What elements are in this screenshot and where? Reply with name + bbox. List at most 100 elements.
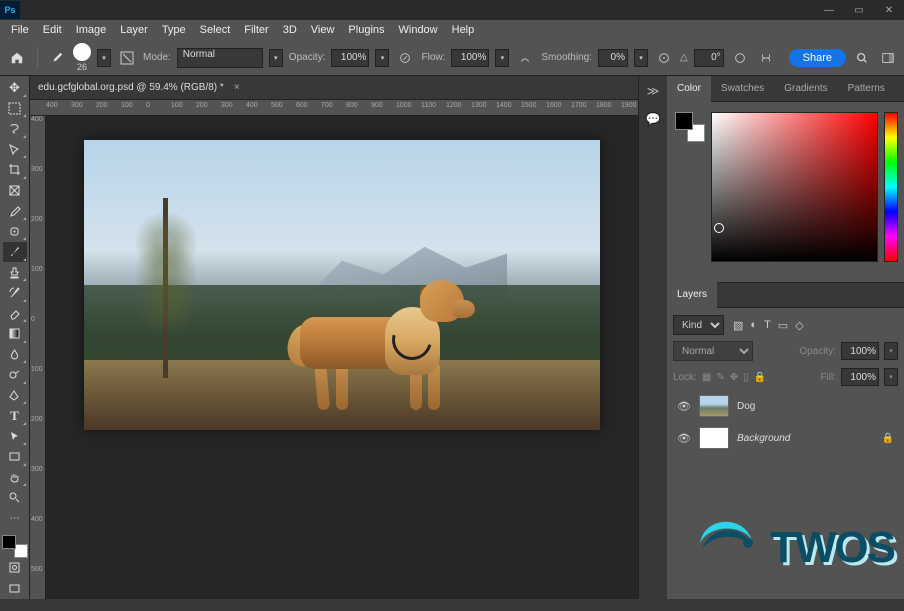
pressure-opacity-icon[interactable]: [395, 48, 415, 68]
color-panel-swatch[interactable]: [675, 112, 705, 142]
panel-fg-swatch[interactable]: [675, 112, 693, 130]
frame-tool[interactable]: [3, 181, 27, 201]
opacity-input[interactable]: [331, 49, 369, 67]
layer-name[interactable]: Background: [737, 433, 882, 444]
document-tab[interactable]: edu.gcfglobal.org.psd @ 59.4% (RGB/8) * …: [30, 76, 638, 100]
layer-opacity-input[interactable]: [841, 342, 879, 360]
home-button[interactable]: [6, 47, 28, 69]
menu-edit[interactable]: Edit: [36, 20, 69, 40]
menu-window[interactable]: Window: [392, 20, 445, 40]
fill-chevron-icon[interactable]: ▾: [884, 368, 898, 386]
close-tab-icon[interactable]: ×: [234, 82, 240, 93]
flow-chevron-icon[interactable]: ▾: [495, 49, 509, 67]
workspace-icon[interactable]: [878, 48, 898, 68]
hue-slider[interactable]: [884, 112, 898, 262]
tab-patterns[interactable]: Patterns: [838, 76, 895, 102]
background-color-swatch[interactable]: [14, 544, 28, 558]
menu-filter[interactable]: Filter: [237, 20, 275, 40]
gradient-tool[interactable]: [3, 324, 27, 344]
brush-picker-chevron-icon[interactable]: ▾: [97, 49, 111, 67]
menu-type[interactable]: Type: [155, 20, 193, 40]
menu-plugins[interactable]: Plugins: [341, 20, 391, 40]
filter-adjust-icon[interactable]: ◐: [750, 319, 757, 332]
layer-name[interactable]: Dog: [737, 401, 894, 412]
window-close[interactable]: ✕: [874, 0, 904, 20]
blend-mode-select[interactable]: Normal: [177, 48, 263, 68]
blur-tool[interactable]: [3, 345, 27, 365]
layer-item-dog[interactable]: 👁 Dog: [673, 392, 898, 420]
color-swatch[interactable]: [2, 535, 28, 558]
stamp-tool[interactable]: [3, 263, 27, 283]
symmetry-icon[interactable]: [756, 48, 776, 68]
mode-chevron-icon[interactable]: ▾: [269, 49, 283, 67]
tab-color[interactable]: Color: [667, 76, 711, 102]
menu-select[interactable]: Select: [193, 20, 238, 40]
crop-tool[interactable]: [3, 160, 27, 180]
ruler-horizontal[interactable]: 4003002001000100200300400500600700800900…: [30, 100, 638, 116]
lock-trans-icon[interactable]: ▦: [702, 372, 711, 383]
smoothing-input[interactable]: [598, 49, 628, 67]
layer-filter-kind[interactable]: Kind: [673, 315, 724, 335]
search-icon[interactable]: [852, 48, 872, 68]
ruler-vertical[interactable]: 4003002001000100200300400500: [30, 116, 46, 599]
brush-tool[interactable]: [3, 242, 27, 262]
menu-3d[interactable]: 3D: [276, 20, 304, 40]
document-canvas[interactable]: [84, 140, 600, 430]
lasso-tool[interactable]: [3, 119, 27, 139]
window-maximize[interactable]: ▭: [844, 0, 874, 20]
menu-view[interactable]: View: [304, 20, 342, 40]
edit-toolbar[interactable]: ⋯: [3, 509, 27, 529]
window-minimize[interactable]: —: [814, 0, 844, 20]
filter-type-icon[interactable]: T: [764, 319, 771, 332]
history-brush-tool[interactable]: [3, 283, 27, 303]
brush-tool-icon[interactable]: [47, 48, 67, 68]
opacity-chevron-icon[interactable]: ▾: [375, 49, 389, 67]
move-tool[interactable]: ✥: [3, 78, 27, 98]
share-button[interactable]: Share: [789, 49, 846, 67]
filter-pixel-icon[interactable]: ▧: [733, 319, 743, 332]
filter-shape-icon[interactable]: ▭: [778, 319, 788, 332]
eraser-tool[interactable]: [3, 304, 27, 324]
menu-image[interactable]: Image: [69, 20, 114, 40]
heal-tool[interactable]: [3, 222, 27, 242]
lock-all-icon[interactable]: 🔒: [754, 372, 766, 383]
path-select-tool[interactable]: [3, 427, 27, 447]
screenmode-toggle[interactable]: [3, 579, 27, 599]
smoothing-options-icon[interactable]: [654, 48, 674, 68]
tab-gradients[interactable]: Gradients: [774, 76, 837, 102]
lock-nest-icon[interactable]: ▯: [743, 372, 749, 383]
brush-preset-picker[interactable]: 26: [73, 43, 91, 72]
type-tool[interactable]: T: [3, 406, 27, 426]
angle-input[interactable]: [694, 49, 724, 67]
fill-input[interactable]: [841, 368, 879, 386]
layer-blend-select[interactable]: Normal: [673, 341, 753, 361]
lock-icon[interactable]: 🔒: [882, 433, 894, 444]
filter-smart-icon[interactable]: ◇: [795, 319, 803, 332]
visibility-toggle-icon[interactable]: 👁: [677, 400, 693, 413]
menu-file[interactable]: File: [4, 20, 36, 40]
quickmask-toggle[interactable]: [3, 558, 27, 578]
zoom-tool[interactable]: [3, 488, 27, 508]
visibility-toggle-icon[interactable]: 👁: [677, 432, 693, 445]
tab-layers[interactable]: Layers: [667, 282, 717, 308]
selection-tool[interactable]: [3, 140, 27, 160]
pen-tool[interactable]: [3, 386, 27, 406]
layer-thumb-dog[interactable]: [699, 395, 729, 417]
menu-help[interactable]: Help: [445, 20, 482, 40]
lock-paint-icon[interactable]: ✎: [716, 372, 724, 383]
airbrush-icon[interactable]: [515, 48, 535, 68]
menu-layer[interactable]: Layer: [113, 20, 155, 40]
lock-pos-icon[interactable]: ✥: [730, 372, 738, 383]
layer-thumb-bg[interactable]: [699, 427, 729, 449]
flow-input[interactable]: [451, 49, 489, 67]
hand-tool[interactable]: [3, 468, 27, 488]
comment-panel-icon[interactable]: 💬: [643, 110, 663, 128]
layer-opacity-chevron-icon[interactable]: ▾: [884, 342, 898, 360]
eyedropper-tool[interactable]: [3, 201, 27, 221]
brush-panel-icon[interactable]: [117, 48, 137, 68]
layer-item-background[interactable]: 👁 Background 🔒: [673, 424, 898, 452]
foreground-color-swatch[interactable]: [2, 535, 16, 549]
pressure-size-icon[interactable]: [730, 48, 750, 68]
collapse-panel-icon[interactable]: ≫: [643, 82, 663, 100]
color-field[interactable]: [711, 112, 878, 262]
